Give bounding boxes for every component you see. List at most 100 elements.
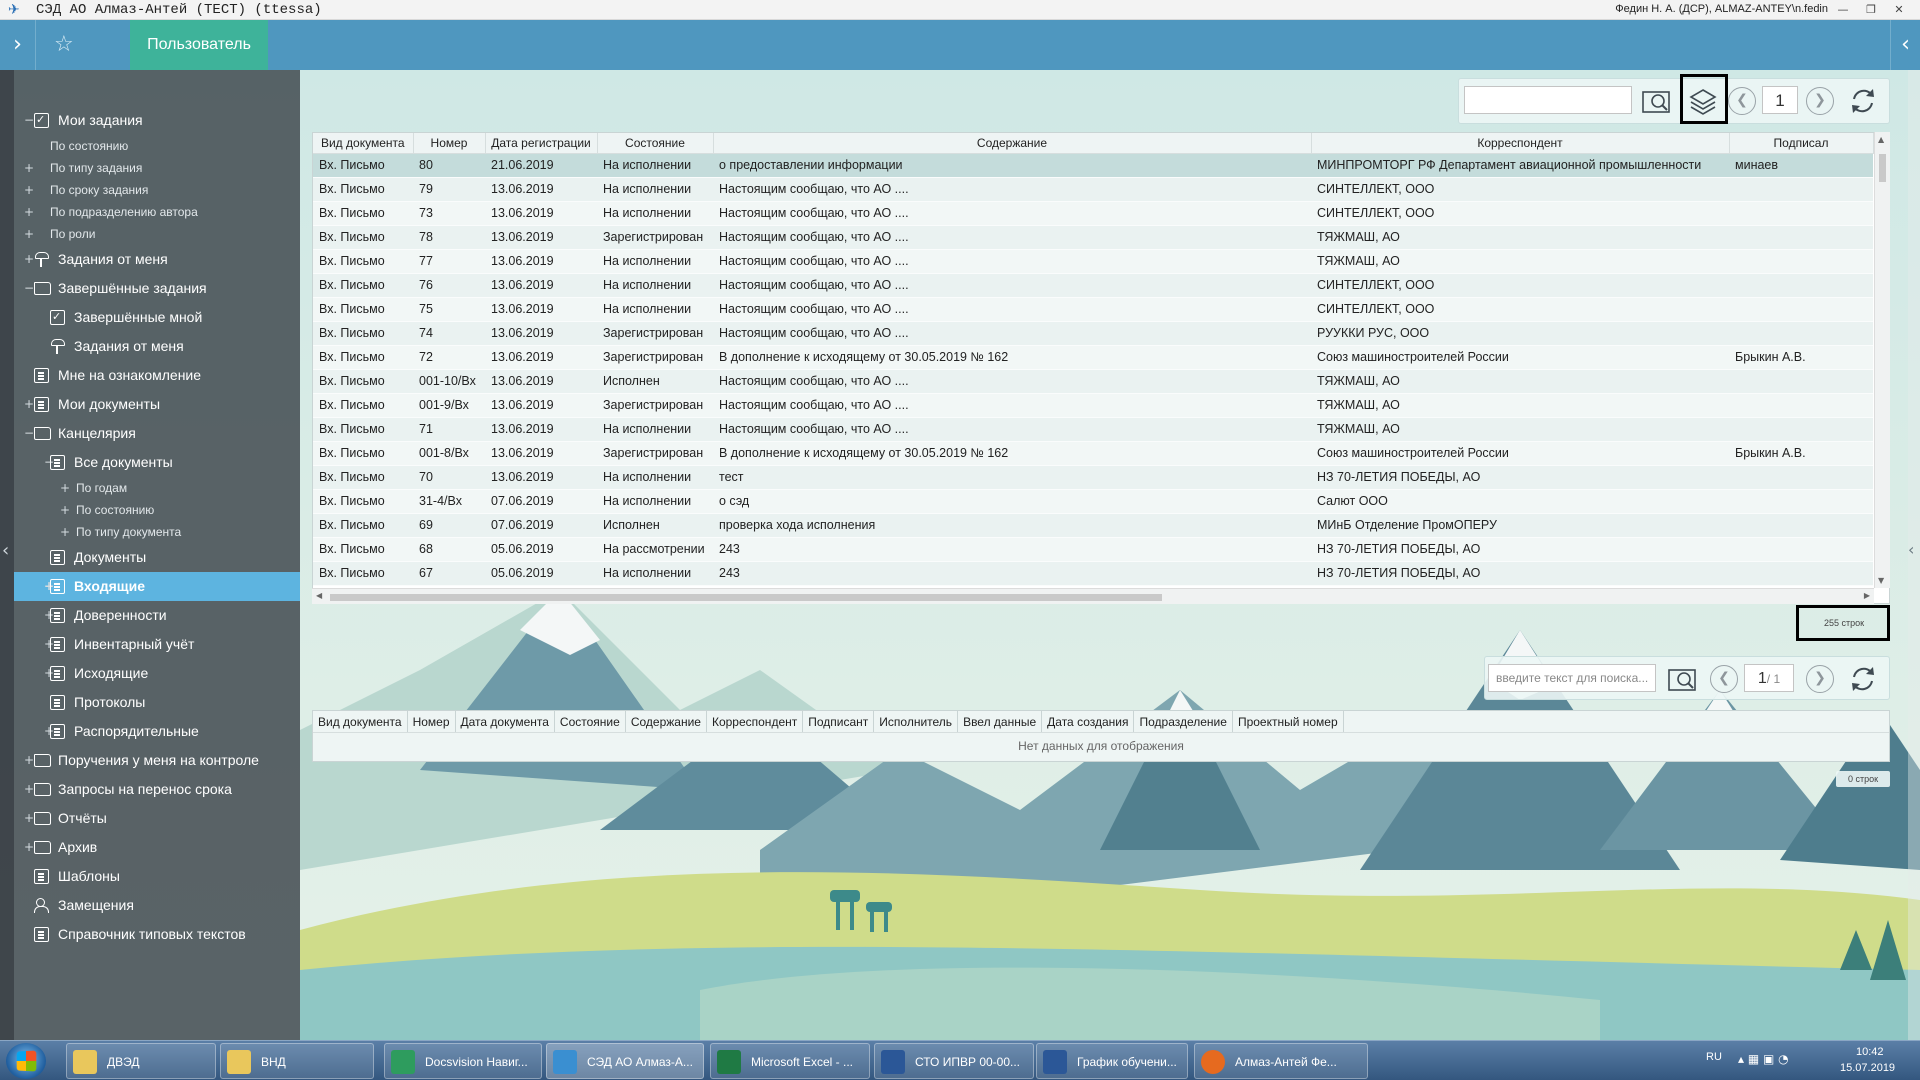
restore-icon[interactable]: ❐ [1858,0,1884,20]
table-row[interactable]: Вх. Письмо 73 13.06.2019 На исполнении Насто… [313,201,1873,226]
nav-item[interactable]: Замещения [14,891,300,920]
taskbar-item[interactable]: Microsoft Excel - ... [710,1043,870,1079]
table-row[interactable]: Вх. Письмо 71 13.06.2019 На исполнении Насто… [313,417,1873,442]
nav-item[interactable]: Протоколы [14,688,300,717]
nav-item[interactable]: + По типу задания [14,157,300,179]
column-header[interactable]: Содержание [626,711,707,732]
favorites-star-icon[interactable]: ☆ [36,20,130,70]
taskbar-item[interactable]: СТО ИПВР 00-00... [874,1043,1034,1079]
expand-icon[interactable]: + [60,521,70,543]
table-row[interactable]: Вх. Письмо 78 13.06.2019 Зарегистрирован Нас… [313,225,1873,250]
expand-icon[interactable]: + [24,833,34,862]
scroll-up-icon[interactable]: ▲ [1878,135,1884,144]
horizontal-scrollbar[interactable]: ◀ ▶ [312,588,1874,604]
grid-search-input[interactable] [1464,86,1632,114]
nav-item[interactable]: − Все документы [14,448,300,477]
taskbar-item[interactable]: График обучени... [1036,1043,1188,1079]
scroll-down-icon[interactable]: ▼ [1878,576,1884,585]
table-row[interactable]: Вх. Письмо 76 13.06.2019 На исполнении Насто… [313,273,1873,298]
taskbar-item[interactable]: Docsvision Навиг... [384,1043,542,1079]
table-row[interactable]: Вх. Письмо 70 13.06.2019 На исполнении тест Н… [313,465,1873,490]
column-header[interactable]: Корреспондент [1311,133,1730,154]
taskbar-item[interactable]: Алмаз-Антей Фе... [1194,1043,1368,1079]
nav-item[interactable]: + Доверенности [14,601,300,630]
taskbar-item[interactable]: ВНД [220,1043,374,1079]
table-row[interactable]: Вх. Письмо 001-9/Вх 13.06.2019 Зарегистриро… [313,393,1873,418]
clock-date[interactable]: 15.07.2019 [1840,1062,1895,1080]
chevron-left-icon[interactable]: ‹ [1908,540,1914,559]
expand-icon[interactable]: + [24,746,34,775]
nav-item[interactable]: + Исходящие [14,659,300,688]
nav-item[interactable]: + По подразделению автора [14,201,300,223]
lower-search-button[interactable] [1666,662,1700,696]
scroll-left-icon[interactable]: ◀ [316,591,322,600]
close-icon[interactable]: ✕ [1886,0,1912,20]
next-page-button[interactable]: ❯ [1806,87,1834,115]
nav-item[interactable]: Документы [14,543,300,572]
nav-item[interactable]: + По сроку задания [14,179,300,201]
right-panel-edge[interactable]: ‹ [1908,70,1920,1040]
lower-refresh-button[interactable] [1846,662,1880,696]
nav-item[interactable]: + Отчёты [14,804,300,833]
column-header[interactable]: Исполнитель [874,711,959,732]
collapse-icon[interactable]: − [24,419,34,448]
nav-item[interactable]: − Завершённые задания [14,274,300,303]
column-header[interactable]: Содержание [713,133,1312,154]
nav-item[interactable]: + По состоянию [14,499,300,521]
column-header[interactable]: Состояние [555,711,626,732]
collapse-panel-icon[interactable]: ‹ [1890,20,1920,70]
start-button[interactable] [6,1043,46,1079]
nav-item[interactable]: Задания от меня [14,332,300,361]
table-row[interactable]: Вх. Письмо 67 05.06.2019 На исполнении 243 НЗ… [313,561,1873,586]
nav-item[interactable]: − Мои задания [14,105,300,135]
nav-item[interactable]: По состоянию [14,135,300,157]
column-header[interactable]: Номер [413,133,486,154]
nav-item[interactable]: Справочник типовых текстов [14,920,300,949]
table-row[interactable]: Вх. Письмо 68 05.06.2019 На рассмотрении 243… [313,537,1873,562]
refresh-button[interactable] [1846,84,1880,118]
collapse-icon[interactable]: − [24,274,34,303]
prev-page-button[interactable]: ❮ [1728,87,1756,115]
column-header[interactable]: Состояние [597,133,714,154]
taskbar-item[interactable]: ДВЭД [66,1043,216,1079]
expand-icon[interactable]: + [24,775,34,804]
tray-icons[interactable]: ▴ ▦ ▣ ◔ [1738,1052,1789,1080]
column-header[interactable]: Корреспондент [707,711,804,732]
column-header[interactable]: Вид документа [313,711,408,732]
vertical-scrollbar[interactable]: ▲ ▼ [1874,132,1890,588]
expand-panel-icon[interactable]: › [0,20,36,70]
sidebar-edge[interactable]: ‹ [0,70,14,1040]
table-row[interactable]: Вх. Письмо 75 13.06.2019 На исполнении Насто… [313,297,1873,322]
minimize-icon[interactable]: — [1830,0,1856,20]
scroll-right-icon[interactable]: ▶ [1864,591,1870,600]
table-row[interactable]: Вх. Письмо 79 13.06.2019 На исполнении Насто… [313,177,1873,202]
nav-item[interactable]: − Канцелярия [14,419,300,448]
column-header[interactable]: Дата документа [456,711,555,732]
nav-item[interactable]: + По типу документа [14,521,300,543]
column-header[interactable]: Проектный номер [1233,711,1344,732]
search-button[interactable] [1640,84,1674,118]
expand-icon[interactable]: + [24,245,34,274]
expand-icon[interactable]: + [24,804,34,833]
table-row[interactable]: Вх. Письмо 001-8/Вх 13.06.2019 Зарегистриро… [313,441,1873,466]
column-header[interactable]: Вид документа [313,133,414,154]
nav-item[interactable]: + Задания от меня [14,245,300,274]
table-row[interactable]: Вх. Письмо 77 13.06.2019 На исполнении Насто… [313,249,1873,274]
lower-next-page-button[interactable]: ❯ [1806,665,1834,693]
nav-item[interactable]: + По роли [14,223,300,245]
taskbar-item[interactable]: СЭД АО Алмаз-А... [546,1043,704,1079]
nav-item[interactable]: + Архив [14,833,300,862]
column-header[interactable]: Подписант [803,711,875,732]
table-row[interactable]: Вх. Письмо 74 13.06.2019 Зарегистрирован Нас… [313,321,1873,346]
table-row[interactable]: Вх. Письмо 69 07.06.2019 Исполнен проверка х… [313,513,1873,538]
nav-item[interactable]: + Распорядительные [14,717,300,746]
page-number[interactable]: 1 [1762,86,1798,114]
scroll-thumb[interactable] [1879,154,1886,182]
expand-icon[interactable]: + [24,179,34,201]
expand-icon[interactable]: + [24,201,34,223]
language-indicator[interactable]: RU [1706,1051,1722,1080]
nav-item[interactable]: + Поручения у меня на контроле [14,746,300,775]
expand-icon[interactable]: + [60,477,70,499]
column-header[interactable]: Дата регистрации [485,133,598,154]
column-header[interactable]: Подразделение [1134,711,1233,732]
